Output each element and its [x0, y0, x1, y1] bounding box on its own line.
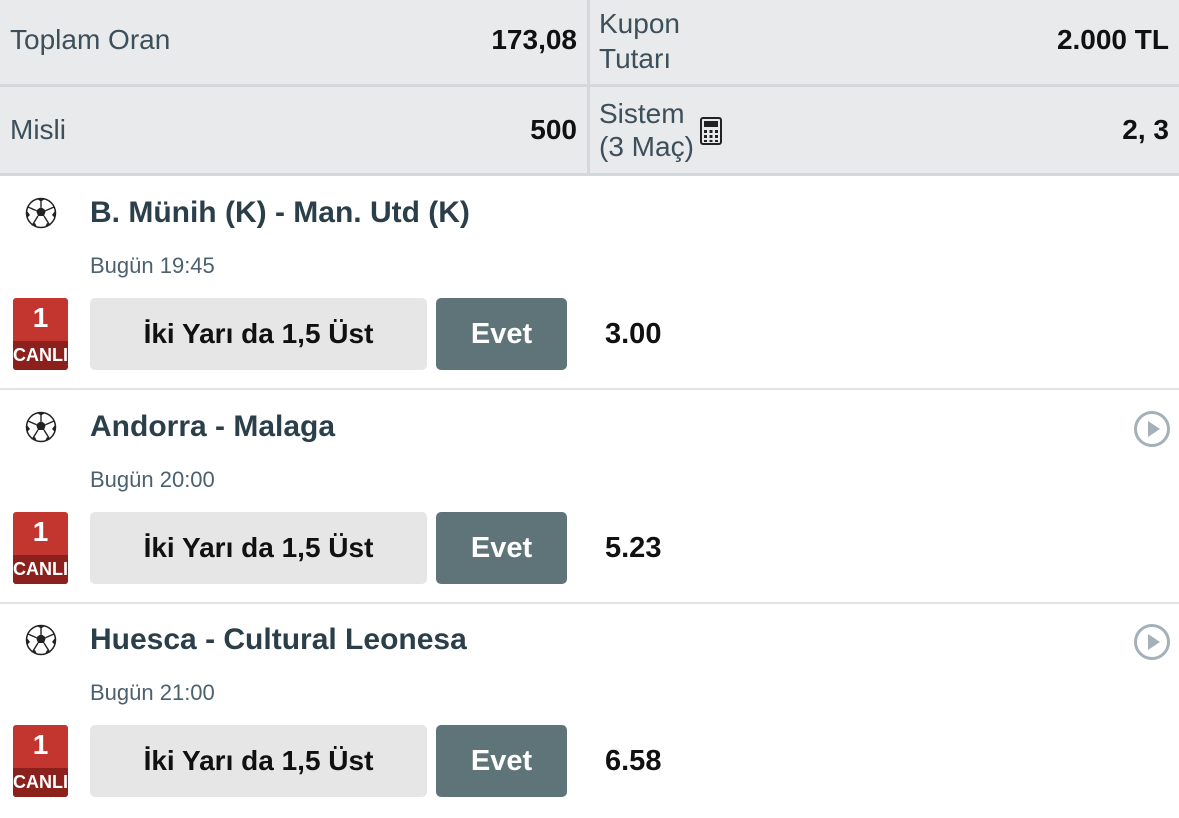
coupon-amount-value[interactable]: 2.000 TL — [1057, 23, 1169, 57]
odd-value: 6.58 — [605, 745, 662, 777]
match-card: B. Münih (K) - Man. Utd (K) Bugün 19:45 … — [0, 177, 1179, 391]
coupon-amount-label: Kupon Tutarı — [599, 6, 680, 76]
play-circle-icon[interactable] — [1133, 623, 1171, 661]
soccer-ball-icon — [25, 624, 57, 656]
coupon-summary: Toplam Oran 173,08 Kupon Tutarı 2.000 TL… — [0, 0, 1179, 176]
live-badge-number: 1 — [32, 729, 49, 760]
soccer-ball-icon — [25, 197, 57, 229]
system-value[interactable]: 2, 3 — [1122, 113, 1169, 147]
pick-button[interactable]: Evet — [436, 512, 567, 584]
match-time: Bugün 19:45 — [90, 253, 215, 278]
match-divider — [0, 388, 1179, 390]
match-title[interactable]: Andorra - Malaga — [90, 407, 335, 447]
soccer-ball-icon — [25, 411, 57, 443]
match-card: Andorra - Malaga Bugün 20:00 1 CANLI İki… — [0, 391, 1179, 605]
live-badge-label: CANLI — [13, 768, 68, 797]
live-badge-label: CANLI — [13, 341, 68, 370]
market-name: İki Yarı da 1,5 Üst — [90, 725, 427, 797]
match-time: Bugün 21:00 — [90, 680, 215, 705]
play-circle-icon[interactable] — [1133, 410, 1171, 448]
live-badge-number: 1 — [32, 302, 49, 333]
live-badge-label: CANLI — [13, 555, 68, 584]
pick-button[interactable]: Evet — [436, 298, 567, 370]
live-badge: 1 CANLI — [13, 725, 68, 797]
system-label-line2: (3 Maç) — [599, 131, 694, 162]
match-card: Huesca - Cultural Leonesa Bugün 21:00 1 … — [0, 604, 1179, 818]
match-title[interactable]: Huesca - Cultural Leonesa — [90, 620, 467, 660]
calculator-icon[interactable] — [700, 117, 722, 145]
match-title[interactable]: B. Münih (K) - Man. Utd (K) — [90, 193, 470, 233]
odd-value: 5.23 — [605, 532, 662, 564]
live-badge-number: 1 — [32, 516, 49, 547]
market-name: İki Yarı da 1,5 Üst — [90, 512, 427, 584]
multiplier-value[interactable]: 500 — [530, 113, 577, 147]
odd-value: 3.00 — [605, 318, 662, 350]
total-odds-label: Toplam Oran — [10, 24, 171, 55]
summary-column-divider — [587, 0, 590, 176]
summary-bottom-border — [0, 173, 1179, 176]
system-label: Sistem (3 Maç) — [599, 97, 694, 163]
multiplier-label: Misli — [10, 114, 66, 145]
live-badge: 1 CANLI — [13, 512, 68, 584]
coupon-amount-label-line1: Kupon — [599, 8, 680, 39]
live-badge: 1 CANLI — [13, 298, 68, 370]
total-odds-value: 173,08 — [491, 24, 577, 55]
market-name: İki Yarı da 1,5 Üst — [90, 298, 427, 370]
pick-button[interactable]: Evet — [436, 725, 567, 797]
system-label-line1: Sistem — [599, 98, 685, 129]
match-time: Bugün 20:00 — [90, 467, 215, 492]
coupon-amount-label-line2: Tutarı — [599, 43, 672, 74]
